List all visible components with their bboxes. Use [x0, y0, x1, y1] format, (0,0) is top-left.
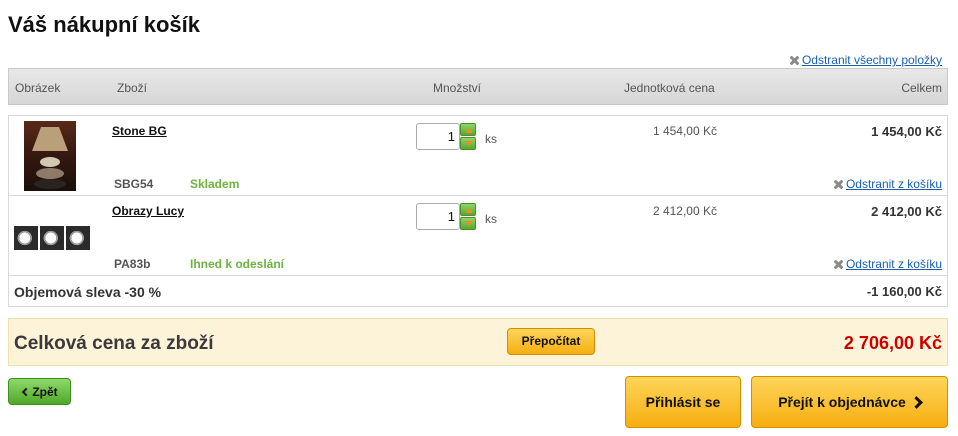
quantity-unit: ks — [485, 132, 497, 146]
product-code: SBG54 — [114, 177, 154, 191]
unit-price: 1 454,00 Kč — [652, 124, 717, 138]
availability-status: Ihned k odeslání — [190, 257, 285, 271]
cart-table: Stone BG SBG54 Skladem ks 1 454,00 Kč 1 … — [8, 115, 948, 307]
discount-row: Objemová sleva -30 % -1 160,00 Kč — [9, 276, 947, 307]
remove-all-label: Odstranit všechny položky — [801, 53, 942, 67]
column-unit-price: Jednotková cena — [624, 81, 715, 95]
remove-all-link[interactable]: Odstranit všechny položky — [789, 53, 942, 67]
quantity-up-icon[interactable] — [460, 123, 476, 136]
column-quantity: Množství — [433, 81, 482, 95]
page-title: Váš nákupní košík — [8, 12, 200, 37]
quantity-stepper — [416, 123, 477, 150]
product-name-link[interactable]: Stone BG — [112, 124, 167, 138]
product-code: PA83b — [114, 257, 151, 271]
column-product: Zboží — [117, 81, 148, 95]
summary-label: Celková cena za zboží — [14, 333, 214, 354]
remove-item-label: Odstranit z košíku — [845, 257, 942, 271]
remove-item-link[interactable]: Odstranit z košíku — [833, 177, 942, 191]
quantity-stepper — [416, 203, 477, 230]
discount-value: -1 160,00 Kč — [866, 284, 942, 299]
column-image: Obrázek — [15, 81, 61, 95]
remove-item-label: Odstranit z košíku — [845, 177, 942, 191]
unit-price: 2 412,00 Kč — [652, 204, 717, 218]
availability-status: Skladem — [190, 177, 240, 191]
close-icon — [789, 55, 800, 66]
checkout-button[interactable]: Přejít k objednávce — [751, 376, 948, 428]
back-label: Zpět — [32, 384, 58, 399]
back-button[interactable]: Zpět — [8, 378, 71, 405]
close-icon — [833, 259, 844, 270]
line-total: 2 412,00 Kč — [871, 204, 942, 219]
cart-summary: Celková cena za zboží Přepočítat 2 706,0… — [8, 318, 948, 366]
remove-item-link[interactable]: Odstranit z košíku — [833, 257, 942, 271]
cart-table-header: Obrázek Zboží Množství Jednotková cena C… — [8, 68, 948, 105]
column-total: Celkem — [901, 81, 942, 95]
recalculate-button[interactable]: Přepočítat — [507, 328, 595, 355]
chevron-right-icon — [909, 395, 923, 409]
login-button[interactable]: Přihlásit se — [625, 376, 741, 428]
table-row: Obrazy Lucy PA83b Ihned k odeslání ks 2 … — [9, 196, 947, 276]
quantity-up-icon[interactable] — [460, 203, 476, 216]
checkout-label: Přejít k objednávce — [778, 394, 906, 410]
line-total: 1 454,00 Kč — [871, 124, 942, 139]
product-image-stone-bg[interactable] — [24, 121, 76, 191]
close-icon — [833, 179, 844, 190]
quantity-down-icon[interactable] — [460, 217, 476, 230]
discount-label: Objemová sleva -30 % — [14, 284, 162, 300]
quantity-unit: ks — [485, 212, 497, 226]
chevron-left-icon — [22, 387, 31, 396]
summary-total: 2 706,00 Kč — [843, 333, 942, 353]
product-image-obrazy-lucy[interactable] — [14, 226, 90, 250]
quantity-input[interactable] — [416, 123, 460, 150]
quantity-down-icon[interactable] — [460, 137, 476, 150]
table-row: Stone BG SBG54 Skladem ks 1 454,00 Kč 1 … — [9, 116, 947, 196]
product-name-link[interactable]: Obrazy Lucy — [112, 204, 184, 218]
quantity-input[interactable] — [416, 203, 460, 230]
